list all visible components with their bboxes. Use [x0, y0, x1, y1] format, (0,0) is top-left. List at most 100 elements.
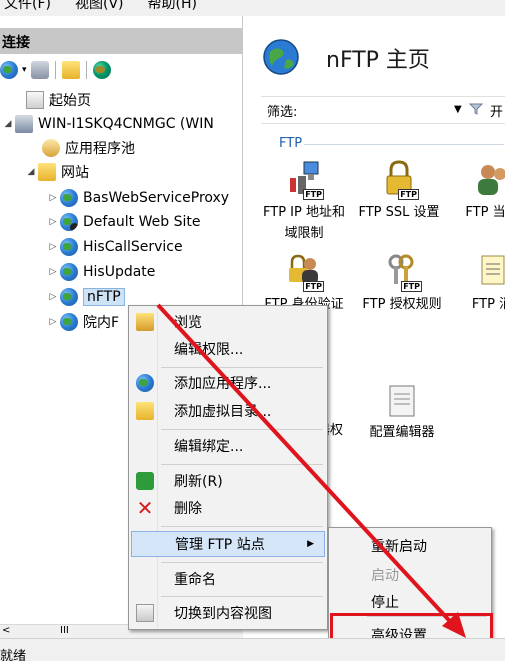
users-icon: [474, 160, 505, 200]
scroll-left-arrow-icon[interactable]: <: [2, 625, 10, 636]
tree-node-nftp-selected[interactable]: ▷ nFTP: [48, 285, 125, 309]
website-globe-icon: [60, 313, 78, 331]
menu-item-add-application[interactable]: 添加应用程序...: [131, 370, 325, 396]
menu-separator: [161, 562, 323, 563]
submenu-arrow-icon: ▶: [307, 539, 314, 549]
feature-label: FTP 消: [471, 297, 505, 312]
feature-label: FTP 当话: [465, 205, 505, 220]
up-folder-icon[interactable]: [61, 61, 80, 79]
submenu-item-start-disabled: 启动: [371, 568, 399, 584]
message-document-icon: [474, 252, 505, 292]
tree-node-site[interactable]: ▷ Default Web Site: [48, 210, 200, 234]
collapse-arrow-icon[interactable]: ◢: [26, 167, 36, 177]
feature-label: FTP IP 地址和域限制: [263, 205, 345, 241]
tree-node-site[interactable]: ▷ 院内F: [48, 310, 119, 334]
sites-folder-icon: [38, 163, 56, 181]
page-title: nFTP 主页: [326, 48, 430, 73]
ftp-ip-restrictions-icon: FTP: [286, 160, 324, 200]
funnel-icon[interactable]: [469, 102, 483, 116]
menu-item-edit-bindings[interactable]: 编辑绑定...: [131, 433, 325, 459]
app-pool-icon: [42, 139, 60, 157]
status-bar: 就绪: [0, 638, 505, 661]
add-virtual-directory-icon: [136, 402, 154, 420]
connect-dropdown-icon[interactable]: ▾: [22, 65, 27, 75]
menu-item-refresh[interactable]: 刷新(R): [131, 468, 325, 494]
menu-separator: [161, 526, 323, 527]
start-page-icon: [26, 91, 44, 109]
filter-label: 筛选:: [267, 104, 298, 120]
menu-item-switch-content-view[interactable]: 切换到内容视图: [131, 600, 325, 626]
feature-ftp-ssl[interactable]: FTP FTP SSL 设置: [357, 160, 441, 223]
tree-node-site[interactable]: ▷ HisUpdate: [48, 260, 155, 284]
browse-icon: [136, 313, 154, 331]
feature-label: 配置编辑器: [369, 425, 435, 440]
scrollbar-thumb[interactable]: III: [60, 625, 69, 636]
menu-item-add-virtual-directory[interactable]: 添加虚拟目录...: [131, 398, 325, 424]
no-icon: [137, 535, 155, 553]
refresh-icon: [136, 472, 154, 490]
user-lock-icon: FTP: [286, 252, 324, 292]
menu-view[interactable]: 视图(V): [75, 0, 124, 13]
expand-arrow-icon[interactable]: ▷: [48, 267, 58, 277]
feature-ftp-sessions[interactable]: FTP 当话: [450, 160, 505, 223]
site-context-menu: 浏览 编辑权限... 添加应用程序... 添加虚拟目录... 编辑绑定... 刷…: [128, 305, 328, 630]
connections-toolbar: ▾: [0, 56, 243, 84]
tree-node-server[interactable]: ◢ WIN-I1SKQ4CNMGC (WIN: [3, 112, 214, 136]
menu-help[interactable]: 帮助(H): [148, 0, 197, 13]
feature-label: FTP SSL 设置: [358, 205, 440, 220]
default-site-globe-icon: [60, 213, 78, 231]
no-icon: [136, 340, 154, 358]
tree-node-site[interactable]: ▷ HisCallService: [48, 235, 183, 259]
expand-arrow-icon[interactable]: ▷: [48, 193, 58, 203]
disconnect-icon[interactable]: [92, 61, 111, 79]
menu-separator: [161, 596, 323, 597]
padlock-icon: FTP: [381, 160, 419, 200]
feature-label: FTP 授权规则: [362, 297, 442, 312]
server-icon: [15, 115, 33, 133]
tree-node-app-pools[interactable]: 应用程序池: [42, 136, 135, 160]
content-view-icon: [136, 604, 154, 622]
feature-ftp-messages[interactable]: FTP 消: [450, 252, 505, 315]
submenu-item-stop[interactable]: 停止: [371, 592, 399, 612]
menu-item-delete[interactable]: ✕ 删除: [131, 495, 325, 521]
submenu-item-restart[interactable]: 重新启动: [371, 536, 427, 556]
collapse-arrow-icon[interactable]: ◢: [3, 119, 13, 129]
menu-separator: [161, 464, 323, 465]
website-globe-icon: [60, 263, 78, 281]
add-application-icon: [136, 374, 154, 392]
tree-node-site[interactable]: ▷ BasWebServiceProxy: [48, 186, 229, 210]
no-icon: [136, 570, 154, 588]
toolbar-separator: [85, 61, 87, 79]
feature-config-editor[interactable]: 配置编辑器: [360, 384, 444, 443]
filter-go-button[interactable]: 开: [490, 101, 503, 120]
connections-header: 连接: [0, 28, 243, 54]
feature-ftp-ip-restrictions[interactable]: FTP FTP IP 地址和域限制: [262, 160, 346, 244]
toolbar-separator: [54, 61, 56, 79]
menu-item-rename[interactable]: 重命名: [131, 566, 325, 592]
menu-separator: [161, 367, 323, 368]
menu-item-browse[interactable]: 浏览: [131, 309, 325, 335]
config-editor-icon: [384, 384, 420, 420]
menu-file[interactable]: 文件(F): [4, 0, 51, 13]
group-header-ftp: FTP: [279, 136, 303, 151]
menu-item-edit-permissions[interactable]: 编辑权限...: [131, 336, 325, 362]
menu-separator: [161, 429, 323, 430]
tree-node-start-page[interactable]: 起始页: [26, 88, 91, 112]
expand-arrow-icon[interactable]: ▷: [48, 292, 58, 302]
save-icon[interactable]: [30, 61, 49, 79]
expand-arrow-icon[interactable]: ▷: [48, 217, 58, 227]
filter-dropdown-icon[interactable]: ▼: [454, 104, 462, 115]
menu-bar: 文件(F) 视图(V) 帮助(H): [0, 0, 505, 16]
expand-arrow-icon[interactable]: ▷: [48, 317, 58, 327]
menu-item-manage-ftp-site[interactable]: 管理 FTP 站点 ▶: [131, 531, 325, 557]
feature-ftp-authorization[interactable]: FTP FTP 授权规则: [360, 252, 444, 315]
expand-arrow-icon[interactable]: ▷: [48, 242, 58, 252]
site-globe-icon: [263, 39, 299, 75]
website-globe-icon: [60, 288, 78, 306]
website-globe-icon: [60, 189, 78, 207]
keys-icon: FTP: [384, 252, 422, 292]
tree-node-sites[interactable]: ◢ 网站: [26, 160, 89, 184]
no-icon: [136, 437, 154, 455]
connect-icon[interactable]: [0, 61, 18, 79]
filter-bar: 筛选: ▼ 开: [261, 96, 505, 124]
